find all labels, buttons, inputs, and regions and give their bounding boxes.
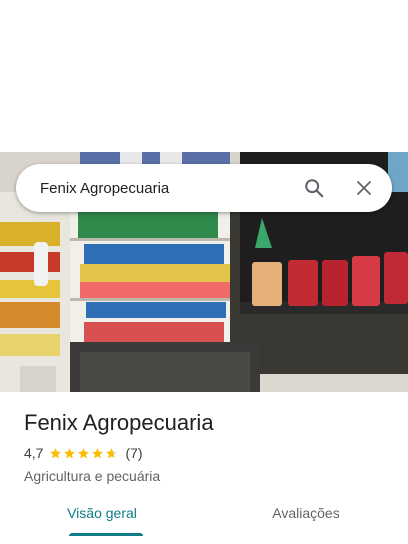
rating-stars — [49, 447, 119, 460]
place-category[interactable]: Agricultura e pecuária — [24, 468, 392, 484]
star-icon — [106, 447, 118, 458]
tab-reviews[interactable]: Avaliações — [204, 496, 408, 544]
map-blank-area — [0, 0, 408, 152]
active-tab-indicator — [69, 533, 143, 536]
rating-row[interactable]: 4,7 (7) — [24, 444, 392, 462]
tab-bar: Visão geral Avaliações — [0, 496, 408, 544]
star-icon — [50, 447, 62, 458]
tab-reviews-label: Avaliações — [272, 505, 340, 521]
review-count[interactable]: (7) — [125, 445, 142, 461]
close-icon[interactable] — [344, 168, 384, 208]
tab-overview[interactable]: Visão geral — [0, 496, 204, 544]
search-bar[interactable]: Fenix Agropecuaria — [16, 164, 392, 212]
place-title: Fenix Agropecuaria — [24, 410, 214, 435]
star-icon — [92, 447, 104, 458]
place-info: Fenix Agropecuaria 4,7 (7) Agricultura e… — [24, 408, 392, 484]
tab-overview-label: Visão geral — [67, 505, 137, 521]
star-icon — [64, 447, 76, 458]
search-icon[interactable] — [294, 168, 334, 208]
star-icon — [78, 447, 90, 458]
search-input[interactable]: Fenix Agropecuaria — [40, 180, 294, 197]
rating-value: 4,7 — [24, 445, 44, 461]
